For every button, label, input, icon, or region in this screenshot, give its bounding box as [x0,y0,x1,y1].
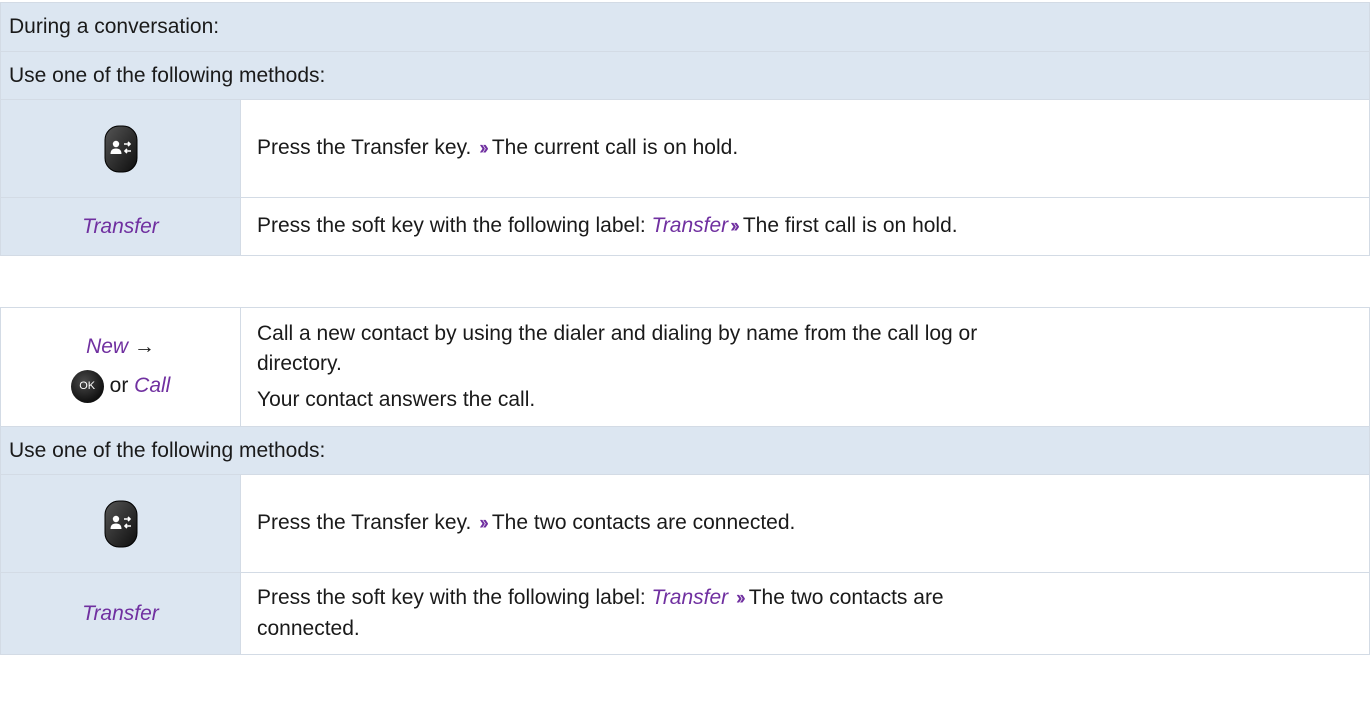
header-row: During a conversation: [0,2,1370,52]
arrow-right-icon: → [133,334,155,358]
instruction-text: Press the soft key with the following la… [257,586,646,609]
transfer-key-icon [103,499,138,548]
instruction-cell: Press the Transfer key. ›› The current ca… [240,99,1370,198]
instruction-line: Call a new contact by using the dialer a… [257,322,978,345]
result-text: connected. [257,617,360,640]
softkey-inline-label: Transfer [651,214,729,237]
table-row: Press the Transfer key. ›› The current ca… [0,99,1370,198]
methods-header: Use one of the following methods: [0,426,1370,475]
chevron-icon: ›› [730,216,740,237]
instruction-cell: Call a new contact by using the dialer a… [240,307,1370,427]
key-cell: New → OK or Call [0,307,241,427]
chevron-icon: ›› [479,513,489,534]
ok-button-icon: OK [70,369,104,403]
procedure-table-2: New → OK or Call Call a new contact by us… [0,307,1370,655]
instruction-cell: Press the Transfer key. ›› The two contac… [240,474,1370,573]
result-text: The two contacts are [748,586,944,609]
table-row: Transfer Press the soft key with the fol… [0,197,1370,256]
table-row: New → OK or Call Call a new contact by us… [0,307,1370,427]
key-cell [0,99,241,198]
transfer-key-icon [103,124,138,173]
procedure-table-1: During a conversation: Use one of the fo… [0,2,1370,256]
table-row: Press the Transfer key. ›› The two contac… [0,474,1370,573]
result-text: The two contacts are connected. [491,511,796,534]
instruction-text: Press the Transfer key. [257,136,472,159]
result-text: The current call is on hold. [491,136,739,159]
instruction-cell: Press the soft key with the following la… [240,197,1370,256]
instruction-line: Your contact answers the call. [257,388,536,411]
or-text: or [109,373,129,397]
header-row: Use one of the following methods: [0,426,1370,475]
instruction-text: Press the soft key with the following la… [257,214,646,237]
chevron-icon: ›› [479,138,489,159]
softkey-inline-label: Transfer [651,586,729,609]
call-softkey-label: Call [134,373,171,397]
instruction-text: Press the Transfer key. [257,511,472,534]
new-softkey-label: New [86,334,129,358]
step-header: During a conversation: [0,2,1370,52]
softkey-label: Transfer [0,197,241,256]
result-text: The first call is on hold. [742,214,958,237]
chevron-icon: ›› [736,588,746,609]
softkey-label: Transfer [0,572,241,655]
key-cell [0,474,241,573]
header-row: Use one of the following methods: [0,51,1370,100]
instruction-cell: Press the soft key with the following la… [240,572,1370,655]
methods-header: Use one of the following methods: [0,51,1370,100]
table-row: Transfer Press the soft key with the fol… [0,572,1370,655]
instruction-line: directory. [257,352,342,375]
